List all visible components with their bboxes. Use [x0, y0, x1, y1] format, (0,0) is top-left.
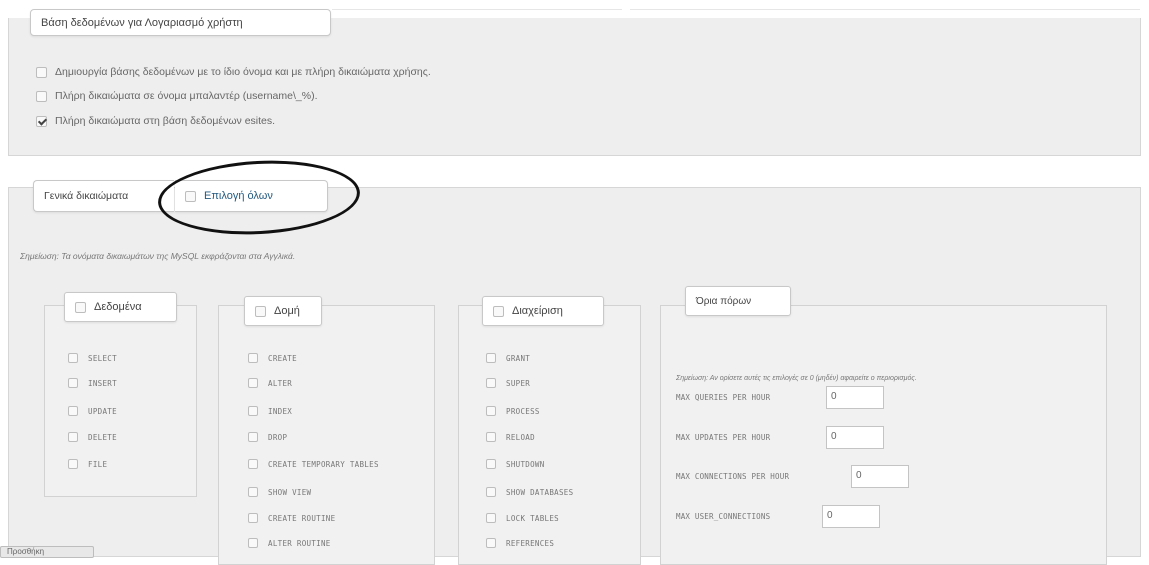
max-user-connections-input[interactable]: 0 [822, 505, 880, 528]
privilege-shutdown[interactable]: SHUTDOWN [486, 459, 545, 469]
checkbox-icon[interactable] [248, 538, 258, 548]
checkbox-icon[interactable] [248, 353, 258, 363]
max-queries-input[interactable]: 0 [826, 386, 884, 409]
option-label: Δημιουργία βάσης δεδομένων με το ίδιο όν… [55, 66, 431, 78]
database-fieldset [8, 18, 1141, 156]
data-group-label: Δεδομένα [94, 301, 142, 313]
option-label: Πλήρη δικαιώματα στη βάση δεδομένων esit… [55, 115, 276, 127]
checkbox-icon[interactable] [486, 432, 496, 442]
privilege-lock-tables[interactable]: LOCK TABLES [486, 513, 559, 523]
option-esites-db[interactable]: Πλήρη δικαιώματα στη βάση δεδομένων esit… [36, 115, 275, 127]
option-create-db[interactable]: Δημιουργία βάσης δεδομένων με το ίδιο όν… [36, 66, 431, 78]
limits-note: Σημείωση: Αν ορίσετε αυτές τις επιλογές … [676, 375, 917, 382]
checkbox-icon[interactable] [68, 406, 78, 416]
checkbox-icon[interactable] [248, 513, 258, 523]
privilege-show-databases[interactable]: SHOW DATABASES [486, 487, 573, 497]
data-privileges-group [44, 305, 197, 497]
data-group-legend[interactable]: Δεδομένα [64, 292, 177, 322]
privilege-grant[interactable]: GRANT [486, 353, 530, 363]
privilege-show-view[interactable]: SHOW VIEW [248, 487, 311, 497]
bottom-tab-button[interactable]: Προσθήκη [0, 546, 94, 558]
admin-group-label: Διαχείριση [512, 305, 563, 317]
privilege-super[interactable]: SUPER [486, 378, 530, 388]
checkbox-icon[interactable] [486, 406, 496, 416]
privilege-create-temporary-tables[interactable]: CREATE TEMPORARY TABLES [248, 459, 379, 469]
checkbox-icon[interactable] [248, 406, 258, 416]
max-updates-input[interactable]: 0 [826, 426, 884, 449]
option-wildcard-db[interactable]: Πλήρη δικαιώματα σε όνομα μπαλαντέρ (use… [36, 90, 318, 102]
structure-group-legend[interactable]: Δομή [244, 296, 322, 326]
checkbox-icon[interactable] [248, 487, 258, 497]
checkbox-icon[interactable] [486, 487, 496, 497]
checkbox-icon[interactable] [68, 353, 78, 363]
checkbox-icon[interactable] [36, 66, 47, 78]
structure-group-label: Δομή [274, 305, 300, 317]
checkbox-icon[interactable] [486, 353, 496, 363]
privilege-create[interactable]: CREATE [248, 353, 297, 363]
privilege-insert[interactable]: INSERT [68, 378, 117, 388]
checkbox-icon[interactable] [493, 305, 504, 317]
admin-group-legend[interactable]: Διαχείριση [482, 296, 604, 326]
privilege-alter[interactable]: ALTER [248, 378, 292, 388]
privilege-create-routine[interactable]: CREATE ROUTINE [248, 513, 335, 523]
limits-group-legend: Όρια πόρων [685, 286, 791, 316]
checkbox-icon[interactable] [36, 90, 47, 102]
privilege-alter-routine[interactable]: ALTER ROUTINE [248, 538, 331, 548]
checkbox-icon[interactable] [486, 459, 496, 469]
privilege-delete[interactable]: DELETE [68, 432, 117, 442]
checkbox-icon[interactable] [255, 305, 266, 317]
checkbox-icon[interactable] [248, 432, 258, 442]
privilege-index[interactable]: INDEX [248, 406, 292, 416]
checkbox-icon[interactable] [248, 459, 258, 469]
checkbox-icon[interactable] [486, 378, 496, 388]
privilege-process[interactable]: PROCESS [486, 406, 540, 416]
privilege-select[interactable]: SELECT [68, 353, 117, 363]
global-privileges-legend: Γενικά δικαιώματα [33, 180, 174, 212]
privilege-drop[interactable]: DROP [248, 432, 287, 442]
checkbox-icon[interactable] [248, 378, 258, 388]
privilege-references[interactable]: REFERENCES [486, 538, 554, 548]
max-connections-label: MAX CONNECTIONS PER HOUR [676, 472, 790, 481]
checkbox-icon[interactable] [68, 432, 78, 442]
privileges-note: Σημείωση: Τα ονόματα δικαιωμάτων της MyS… [20, 251, 296, 261]
privilege-file[interactable]: FILE [68, 459, 107, 469]
database-legend: Βάση δεδομένων για Λογαριασμό χρήστη [30, 9, 331, 36]
checkbox-icon[interactable] [75, 301, 86, 313]
privilege-reload[interactable]: RELOAD [486, 432, 535, 442]
max-updates-label: MAX UPDATES PER HOUR [676, 433, 771, 442]
checkbox-icon[interactable] [68, 459, 78, 469]
checkbox-checked-icon[interactable] [36, 115, 47, 127]
max-queries-label: MAX QUERIES PER HOUR [676, 393, 771, 402]
checkbox-icon[interactable] [486, 513, 496, 523]
privilege-update[interactable]: UPDATE [68, 406, 117, 416]
checkbox-icon[interactable] [486, 538, 496, 548]
max-connections-input[interactable]: 0 [851, 465, 909, 488]
option-label: Πλήρη δικαιώματα σε όνομα μπαλαντέρ (use… [55, 90, 318, 102]
max-user-connections-label: MAX USER_CONNECTIONS [676, 512, 771, 521]
checkbox-icon[interactable] [68, 378, 78, 388]
